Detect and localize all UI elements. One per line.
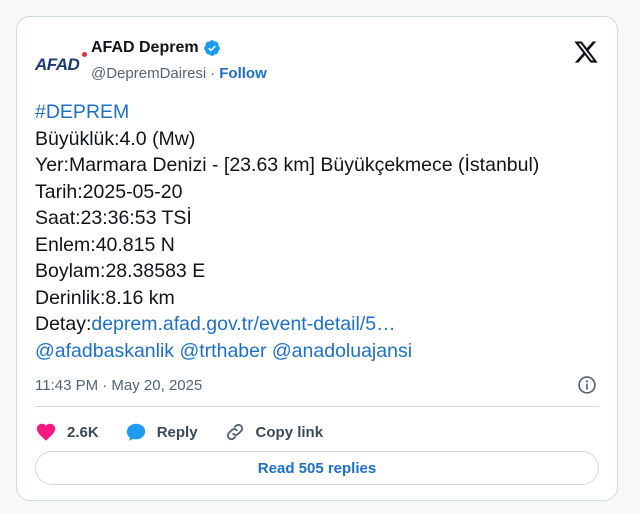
detail-label: Detay:: [35, 313, 92, 335]
date-line: Tarih:2025-05-20: [35, 180, 183, 203]
tweet-header: AFAD AFAD Deprem @DepremDairesi · Follow: [35, 35, 599, 89]
logo-dot: [82, 52, 87, 57]
reply-label: Reply: [156, 423, 198, 441]
mention-anadoluajansi[interactable]: @anadoluajansi: [272, 340, 412, 362]
name-row: AFAD Deprem: [91, 39, 221, 57]
reply-bubble-icon: [126, 423, 145, 441]
time-line: Saat:23:36:53 TSİ: [35, 207, 192, 229]
display-name[interactable]: AFAD Deprem: [91, 39, 199, 57]
reply-button[interactable]: Reply: [125, 421, 198, 443]
magnitude-line: Büyüklük:4.0 (Mw): [35, 127, 196, 150]
handle[interactable]: @DepremDairesi: [91, 65, 206, 82]
follow-button[interactable]: Follow: [219, 65, 267, 82]
timestamp[interactable]: 11:43 PM · May 20, 2025: [35, 377, 202, 394]
logo-text: AFAD: [35, 55, 80, 74]
hashtag-link[interactable]: #DEPREM: [35, 101, 129, 123]
handle-row: @DepremDairesi · Follow: [91, 65, 267, 82]
like-count: 2.6K: [67, 423, 99, 441]
copy-link-button[interactable]: Copy link: [224, 421, 324, 443]
heart-icon: [36, 423, 56, 441]
copy-link-label: Copy link: [255, 423, 324, 441]
mention-trthaber[interactable]: @trthaber: [179, 340, 266, 362]
afad-logo[interactable]: AFAD: [35, 52, 87, 75]
divider: [35, 406, 599, 407]
info-icon[interactable]: [577, 375, 597, 395]
detail-link[interactable]: deprem.afad.gov.tr/event-detail/5…: [91, 313, 395, 335]
link-icon: [226, 423, 243, 441]
separator-dot: ·: [210, 65, 216, 82]
depth-line: Derinlik:8.16 km: [35, 286, 175, 309]
read-replies-label: Read 505 replies: [257, 459, 377, 477]
x-logo-icon[interactable]: [573, 39, 599, 65]
like-button[interactable]: 2.6K: [35, 421, 99, 443]
latitude-line: Enlem:40.815 N: [35, 233, 175, 256]
action-bar: 2.6K Reply Copy link: [35, 419, 599, 445]
mention-afadbaskanlik[interactable]: @afadbaskanlik: [35, 340, 174, 362]
meta-row: 11:43 PM · May 20, 2025: [35, 375, 599, 397]
location-line: Yer:Marmara Denizi - [23.63 km] Büyükçek…: [35, 154, 540, 176]
tweet-text: #DEPREM Büyüklük:4.0 (Mw) Yer:Marmara De…: [35, 99, 599, 364]
longitude-line: Boylam:28.38583 E: [35, 260, 206, 282]
read-replies-button[interactable]: Read 505 replies: [35, 451, 599, 485]
verified-badge-icon: [203, 40, 220, 56]
tweet-card: AFAD AFAD Deprem @DepremDairesi · Follow…: [16, 16, 618, 501]
